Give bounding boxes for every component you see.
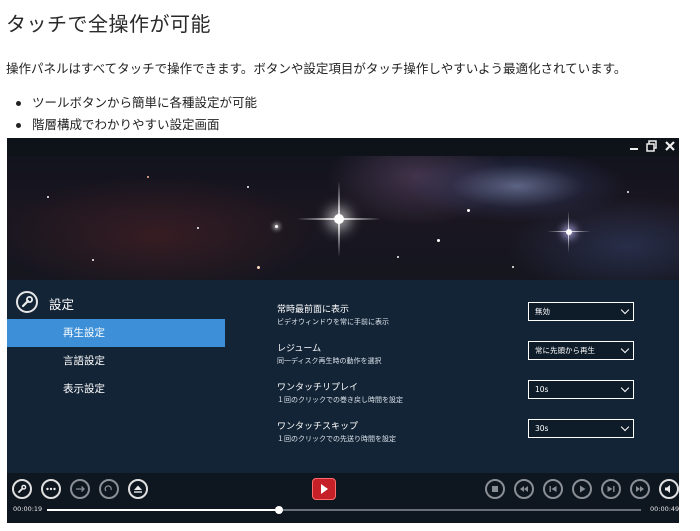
setting-label: ワンタッチスキップ [277,422,359,432]
chevron-down-icon [620,344,630,354]
more-options-icon[interactable] [41,479,61,499]
app-logo-icon[interactable] [312,478,336,500]
select-value: 常に先頭から再生 [535,346,595,355]
replay-select[interactable]: 10s [528,380,634,399]
setting-resume: レジューム 同一ディスク再生時の動作を選択 [277,343,382,367]
feature-item: 階層構成でわかりやすい設定画面 [14,114,257,136]
setting-label: 常時最前面に表示 [277,305,350,315]
page-description: 操作パネルはすべてタッチで操作できます。ボタンや設定項目がタッチ操作しやすいよう… [6,61,627,76]
eject-icon[interactable] [128,479,148,499]
setting-one-touch-skip: ワンタッチスキップ １回のクリックでの先送り時間を設定 [277,421,396,445]
seek-handle[interactable] [274,506,283,514]
skip-select[interactable]: 30s [528,419,634,438]
select-value: 10s [535,385,549,394]
select-value: 30s [535,424,549,433]
player-window: 設定 再生設定 言語設定 表示設定 常時最前面に表示 ビデオウィンドウを常に手前… [7,138,679,523]
setting-description: １回のクリックでの先送り時間を設定 [277,435,396,443]
minimize-icon[interactable] [627,139,641,153]
setting-description: 同一ディスク再生時の動作を選択 [277,357,382,365]
setting-label: レジューム [277,344,322,354]
settings-title: 設定 [49,297,75,312]
video-area[interactable] [7,156,679,280]
setting-always-on-top: 常時最前面に表示 ビデオウィンドウを常に手前に表示 [277,304,389,328]
next-chapter-icon[interactable] [601,479,621,499]
rewind-icon[interactable] [514,479,534,499]
always-on-top-select[interactable]: 無効 [528,302,634,321]
chevron-down-icon [620,422,630,432]
chevron-down-icon [620,383,630,393]
title-bar [7,138,679,156]
sidebar-item-language[interactable]: 言語設定 [7,347,225,375]
seek-progress [47,509,279,511]
close-icon[interactable] [663,139,677,153]
total-time: 00:00:49 [650,505,679,513]
setting-one-touch-replay: ワンタッチリプレイ １回のクリックでの巻き戻し時間を設定 [277,382,403,406]
chevron-down-icon [620,305,630,315]
repeat-icon[interactable] [99,479,119,499]
tools-wrench-icon[interactable] [12,479,32,499]
page-heading: タッチで全操作が可能 [6,12,211,36]
volume-icon[interactable] [659,479,679,499]
current-time: 00:00:19 [13,505,43,513]
fast-forward-icon[interactable] [630,479,650,499]
feature-item: ツールボタンから簡単に各種設定が可能 [14,92,257,114]
select-value: 無効 [535,307,550,316]
sidebar-item-display[interactable]: 表示設定 [7,375,225,403]
previous-chapter-icon[interactable] [543,479,563,499]
play-icon[interactable] [572,479,592,499]
sidebar-item-playback[interactable]: 再生設定 [7,319,225,347]
stop-icon[interactable] [485,479,505,499]
setting-description: １回のクリックでの巻き戻し時間を設定 [277,396,403,404]
wrench-icon [16,291,38,313]
resume-select[interactable]: 常に先頭から再生 [528,341,634,360]
ab-repeat-icon[interactable] [70,479,90,499]
feature-list: ツールボタンから簡単に各種設定が可能 階層構成でわかりやすい設定画面 [14,92,257,136]
setting-description: ビデオウィンドウを常に手前に表示 [277,318,389,326]
restore-icon[interactable] [645,139,659,153]
setting-label: ワンタッチリプレイ [277,383,359,393]
seek-bar[interactable] [47,506,641,514]
